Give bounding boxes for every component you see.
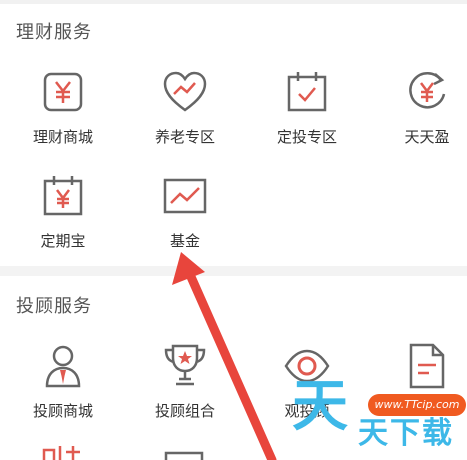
grid-item-label: 定投专区: [276, 128, 337, 146]
grid-item-tiantianying[interactable]: 天天盈: [372, 68, 467, 168]
grid-item-label: 养老专区: [154, 128, 215, 146]
section-title-wealth: 理财服务: [16, 22, 92, 43]
grid-item-label: 定期宝: [40, 232, 86, 250]
section-divider: [0, 266, 467, 276]
grid-item-advisor-portfolio[interactable]: 投顾组合: [130, 342, 240, 442]
advisor-person-icon: [39, 342, 87, 390]
watermark-text: 天下载: [358, 416, 454, 451]
watermark-big-char: 天: [292, 374, 348, 439]
section-title-advisory: 投顾服务: [16, 296, 92, 317]
trophy-icon: [161, 342, 209, 390]
heart-chart-icon: [161, 68, 209, 116]
yen-box-icon: [39, 68, 87, 116]
top-divider: [0, 0, 467, 4]
next-row-icon-partial: [162, 450, 206, 460]
grid-item-wealth-mall[interactable]: 理财商城: [8, 68, 118, 168]
line-chart-icon: [161, 172, 209, 220]
grid-item-label: 理财商城: [32, 128, 93, 146]
grid-item-label: 基金: [169, 232, 200, 250]
calendar-yen-icon: [39, 172, 87, 220]
watermark-url: www.TTcip.com: [368, 394, 466, 416]
grid-item-advisor-mall[interactable]: 投顾商城: [8, 342, 118, 442]
next-row-icon-partial: [40, 444, 84, 460]
grid-item-fund[interactable]: 基金: [130, 172, 240, 272]
grid-item-fixed-invest[interactable]: 定投专区: [252, 68, 362, 168]
yen-refresh-icon: [403, 68, 451, 116]
watermark-logo: 天 www.TTcip.com 天下载: [286, 375, 467, 460]
grid-item-label: 天天盈: [404, 128, 450, 146]
calendar-check-icon: [283, 68, 331, 116]
grid-item-label: 投顾商城: [32, 402, 93, 420]
grid-item-dingqibao[interactable]: 定期宝: [8, 172, 118, 272]
grid-item-label: 投顾组合: [154, 402, 215, 420]
grid-item-pension[interactable]: 养老专区: [130, 68, 240, 168]
